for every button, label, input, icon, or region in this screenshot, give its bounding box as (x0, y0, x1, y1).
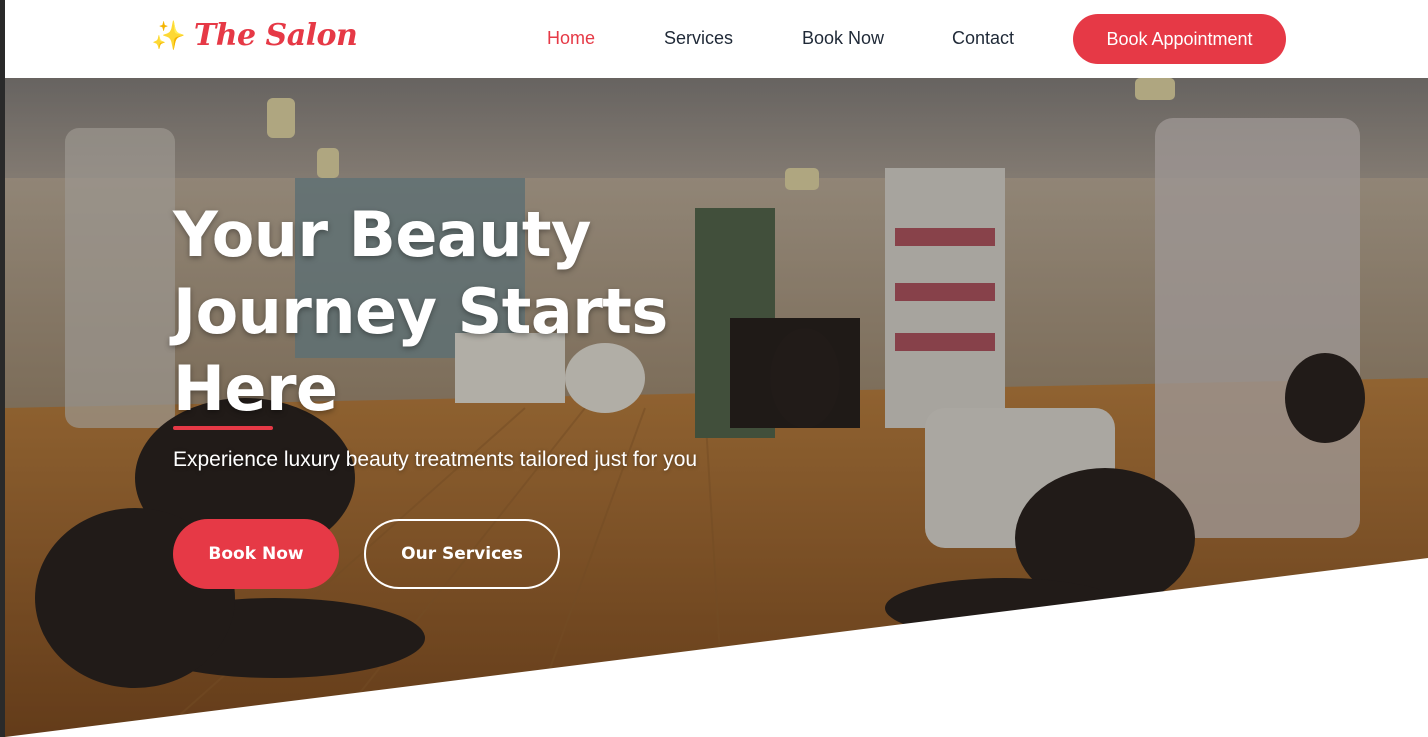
nav-link-services[interactable]: Services (664, 28, 733, 49)
title-underline (173, 426, 273, 430)
nav-link-book-now[interactable]: Book Now (802, 28, 884, 49)
our-services-button[interactable]: Our Services (364, 519, 560, 589)
brand-name: The Salon (193, 18, 358, 53)
hero-title: Your Beauty Journey Starts Here (173, 198, 668, 425)
hero-subtitle: Experience luxury beauty treatments tail… (173, 448, 698, 471)
nav-link-contact[interactable]: Contact (952, 28, 1014, 49)
window-edge (0, 0, 5, 737)
nav-link-home[interactable]: Home (547, 28, 595, 49)
book-appointment-button[interactable]: Book Appointment (1073, 14, 1286, 64)
logo[interactable]: ✨ The Salon (151, 18, 358, 53)
sparkles-icon: ✨ (151, 18, 186, 52)
hero-section: Your Beauty Journey Starts Here Experien… (5, 78, 1428, 737)
book-now-button[interactable]: Book Now (173, 519, 339, 589)
navbar: ✨ The Salon Home Services Book Now Conta… (5, 0, 1428, 78)
